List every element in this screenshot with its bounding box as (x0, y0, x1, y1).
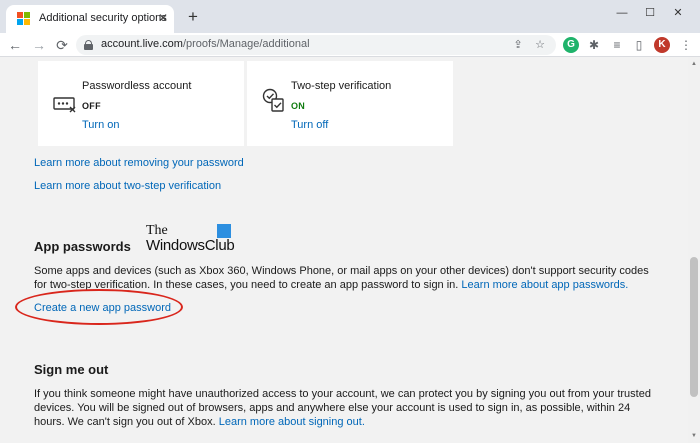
url-text[interactable]: account.live.com/proofs/Manage/additiona… (101, 38, 310, 50)
address-bar[interactable]: account.live.com/proofs/Manage/additiona… (76, 35, 556, 55)
back-button[interactable]: ← (6, 36, 24, 54)
reading-list-icon[interactable]: ≡ (609, 37, 625, 53)
card-title: Two-step verification (291, 80, 392, 92)
learn-more-removing-password-link[interactable]: Learn more about removing your password (34, 157, 244, 169)
share-icon[interactable]: ⇪ (510, 37, 526, 53)
reload-button[interactable]: ⟳ (53, 36, 71, 54)
side-panel-icon[interactable]: ▯ (631, 37, 647, 53)
app-passwords-heading: App passwords (34, 239, 131, 254)
microsoft-favicon-icon (17, 12, 31, 26)
sign-out-description: If you think someone might have unauthor… (34, 388, 651, 428)
new-tab-button[interactable]: + (184, 8, 202, 26)
scroll-up-arrow-icon[interactable]: ▲ (690, 60, 698, 68)
turn-off-link[interactable]: Turn off (291, 119, 328, 131)
extensions-puzzle-icon[interactable]: ✱ (586, 37, 602, 53)
two-step-verification-card: Two-step verification ON Turn off (247, 61, 453, 146)
learn-more-app-passwords-link[interactable]: Learn more about app passwords. (461, 279, 628, 291)
status-badge: ON (291, 101, 306, 111)
profile-avatar[interactable]: K (654, 37, 670, 53)
tab-title: Additional security options (39, 12, 167, 24)
lock-icon[interactable] (84, 40, 93, 50)
watermark-blue-square-icon (217, 224, 231, 238)
app-passwords-description: Some apps and devices (such as Xbox 360,… (34, 265, 649, 291)
forward-button[interactable]: → (30, 36, 48, 54)
passwordless-account-card: Passwordless account OFF Turn on (38, 61, 244, 146)
learn-more-signing-out-link[interactable]: Learn more about signing out. (219, 416, 365, 428)
tab-strip: Additional security options ✕ + — ☐ ✕ (0, 0, 700, 33)
scroll-down-arrow-icon[interactable]: ▼ (690, 432, 698, 440)
thewindowsclub-watermark-logo: The WindowsClub (146, 223, 235, 254)
close-tab-icon[interactable]: ✕ (156, 11, 170, 25)
learn-more-two-step-link[interactable]: Learn more about two-step verification (34, 180, 221, 192)
minimize-button[interactable]: — (610, 4, 634, 22)
status-badge: OFF (82, 101, 101, 111)
menu-kebab-icon[interactable]: ⋮ (678, 37, 694, 53)
bookmark-star-icon[interactable]: ☆ (532, 37, 548, 53)
scrollbar-thumb[interactable] (690, 257, 698, 397)
sign-me-out-heading: Sign me out (34, 362, 109, 377)
page-scrollbar[interactable]: ▲ ▼ (688, 57, 700, 443)
browser-toolbar: ← → ⟳ account.live.com/proofs/Manage/add… (0, 33, 700, 57)
two-step-check-icon (262, 88, 284, 112)
tab-additional-security[interactable]: Additional security options ✕ (6, 5, 174, 33)
close-window-button[interactable]: ✕ (666, 4, 690, 22)
red-highlight-ellipse (15, 289, 183, 325)
turn-on-link[interactable]: Turn on (82, 119, 120, 131)
page-content: Passwordless account OFF Turn on Two-ste… (0, 57, 688, 443)
password-off-icon (53, 97, 76, 113)
card-title: Passwordless account (82, 80, 192, 92)
maximize-button[interactable]: ☐ (638, 4, 662, 22)
grammarly-extension-icon[interactable]: G (563, 37, 579, 53)
